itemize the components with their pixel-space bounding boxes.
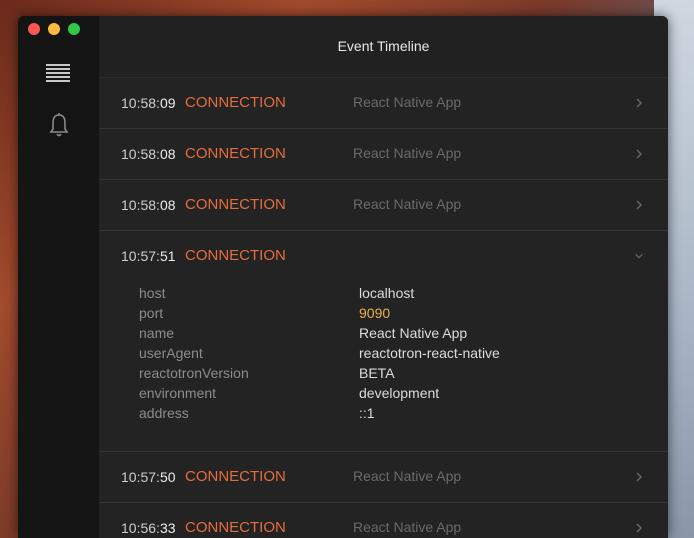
timeline-row[interactable]: 10:57:50 CONNECTION React Native App [99, 452, 668, 503]
detail-key: address [139, 405, 189, 421]
timeline-row[interactable]: 10:58:09 CONNECTION React Native App [99, 78, 668, 129]
bell-icon[interactable] [47, 112, 71, 138]
page-title: Event Timeline [99, 16, 668, 78]
detail-value: 9090 [359, 305, 391, 321]
window-controls [28, 23, 80, 35]
event-time: 10:58:08 [121, 146, 176, 162]
chevron-right-icon[interactable] [634, 148, 644, 160]
detail-row-name: name React Native App [139, 323, 619, 343]
event-description: React Native App [353, 468, 462, 484]
detail-key: userAgent [139, 345, 203, 361]
event-type: CONNECTION [185, 145, 286, 162]
event-time: 10:57:50 [121, 469, 176, 485]
sidebar [18, 16, 99, 538]
detail-value: localhost [359, 285, 415, 301]
timeline-row[interactable]: 10:56:33 CONNECTION React Native App [99, 503, 668, 538]
detail-row-address: address ::1 [139, 403, 619, 423]
detail-row-user-agent: userAgent reactotron-react-native [139, 343, 619, 363]
event-type: CONNECTION [185, 468, 286, 485]
event-type: CONNECTION [185, 247, 286, 264]
event-time: 10:57:51 [121, 248, 176, 264]
detail-row-reactotron-version: reactotronVersion BETA [139, 363, 619, 383]
detail-row-host: host localhost [139, 283, 619, 303]
chevron-right-icon[interactable] [634, 199, 644, 211]
timeline-row[interactable]: 10:58:08 CONNECTION React Native App [99, 129, 668, 180]
detail-key: environment [139, 385, 217, 401]
chevron-right-icon[interactable] [634, 471, 644, 483]
detail-key: port [139, 305, 164, 321]
event-type: CONNECTION [185, 196, 286, 213]
detail-value: reactotron-react-native [359, 345, 500, 361]
main-panel: Event Timeline 10:58:09 CONNECTION React… [99, 16, 668, 538]
detail-value: React Native App [359, 325, 468, 341]
detail-value: development [359, 385, 440, 401]
event-type: CONNECTION [185, 94, 286, 111]
chevron-right-icon[interactable] [634, 522, 644, 534]
close-window-button[interactable] [28, 23, 40, 35]
chevron-down-icon[interactable] [634, 250, 644, 262]
event-description: React Native App [353, 196, 462, 212]
timeline-row[interactable]: 10:58:08 CONNECTION React Native App [99, 180, 668, 231]
minimize-window-button[interactable] [48, 23, 60, 35]
event-type: CONNECTION [185, 519, 286, 536]
detail-row-port: port 9090 [139, 303, 619, 323]
detail-row-environment: environment development [139, 383, 619, 403]
detail-value: ::1 [359, 405, 375, 421]
timeline-row-expanded[interactable]: 10:57:51 CONNECTION host localhost port … [99, 231, 668, 452]
event-description: React Native App [353, 94, 462, 110]
event-time: 10:58:09 [121, 95, 176, 111]
event-description: React Native App [353, 145, 462, 161]
timeline-menu-icon[interactable] [46, 64, 70, 82]
detail-value: BETA [359, 365, 395, 381]
event-details: host localhost port 9090 name React Nati… [139, 283, 619, 423]
zoom-window-button[interactable] [68, 23, 80, 35]
chevron-right-icon[interactable] [634, 97, 644, 109]
event-time: 10:58:08 [121, 197, 176, 213]
event-time: 10:56:33 [121, 520, 176, 536]
detail-key: reactotronVersion [139, 365, 249, 381]
event-description: React Native App [353, 519, 462, 535]
detail-key: host [139, 285, 166, 301]
app-window: Event Timeline 10:58:09 CONNECTION React… [18, 16, 668, 538]
detail-key: name [139, 325, 175, 341]
